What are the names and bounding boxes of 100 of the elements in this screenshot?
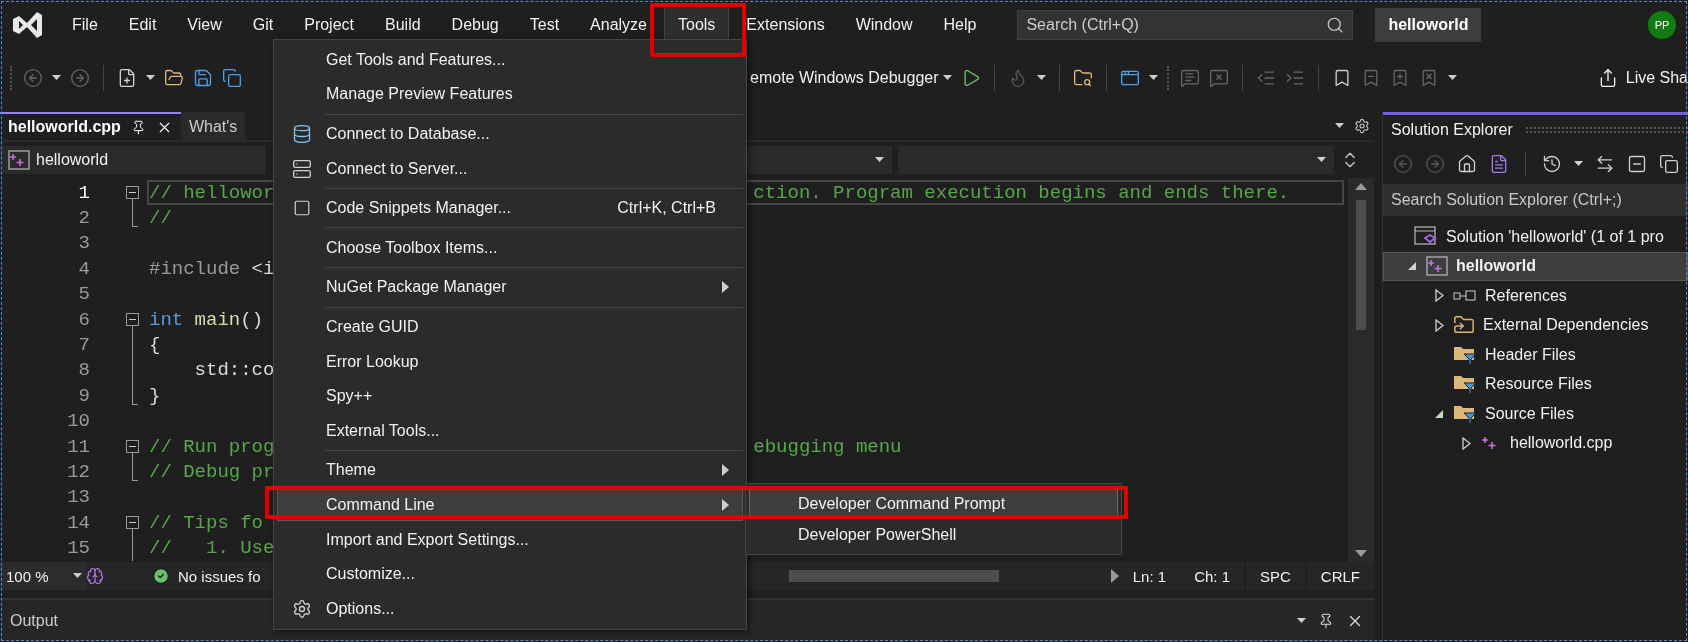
project-dropdown[interactable]: helloworld (0, 146, 266, 174)
menu-item[interactable]: NuGet Package Manager (277, 271, 743, 304)
menu-item[interactable]: Help (929, 4, 991, 45)
pin-icon[interactable] (130, 119, 146, 135)
editor-tab[interactable]: What's (180, 112, 246, 140)
caret-icon[interactable] (1036, 74, 1046, 81)
sync-icon[interactable] (1595, 154, 1615, 174)
line-number: 2 (77, 207, 90, 230)
menu-item[interactable]: Edit (114, 4, 171, 45)
menu-item[interactable]: File (58, 4, 112, 45)
code-text: int main() (149, 308, 264, 331)
menu-item[interactable]: Developer PowerShell (749, 519, 1118, 551)
collapsed-arrow-icon[interactable] (1461, 436, 1471, 450)
uncomment-icon[interactable] (1208, 67, 1229, 88)
solution-icon (1414, 225, 1438, 248)
settings-icon (292, 598, 312, 619)
line-number: 7 (77, 334, 90, 357)
menu-item[interactable]: Connect to Database... (277, 118, 743, 150)
menu-item[interactable]: Connect to Server... (277, 152, 743, 185)
user-avatar[interactable]: PP (1648, 10, 1676, 39)
expanded-arrow-icon[interactable] (1407, 261, 1417, 272)
panel-title: Output (10, 612, 59, 630)
scroll-down-icon[interactable] (1355, 550, 1367, 558)
switch-views-icon[interactable] (1489, 154, 1509, 174)
tree-item[interactable]: Header Files (1383, 340, 1688, 370)
search-icon[interactable] (1326, 15, 1345, 34)
home-icon[interactable] (1457, 154, 1477, 174)
caret-icon[interactable] (1297, 618, 1306, 624)
scroll-up-icon[interactable] (1355, 182, 1367, 190)
search-field[interactable]: Search Solution Explorer (Ctrl+;) (1383, 184, 1688, 216)
indent-indicator[interactable]: SPC (1244, 562, 1305, 590)
search-field[interactable]: Search (Ctrl+Q) (1017, 9, 1354, 40)
caret-icon[interactable] (1148, 74, 1158, 81)
menu-item[interactable]: Spy++ (277, 380, 743, 412)
code-text: // 1. Use (149, 537, 275, 560)
pending-changes-icon[interactable] (1542, 154, 1562, 174)
new-item-icon[interactable] (117, 67, 137, 88)
menu-item[interactable]: Import and Export Settings... (277, 523, 743, 556)
issues-status[interactable]: No issues fo (152, 567, 261, 585)
code-text: { (149, 334, 161, 357)
caret-icon[interactable] (875, 157, 884, 163)
tree-item[interactable]: Source Files (1383, 399, 1688, 429)
collapse-all-icon[interactable] (1627, 154, 1647, 174)
caret-icon[interactable] (1317, 157, 1326, 163)
vertical-scrollbar[interactable] (1348, 178, 1374, 562)
menu-item[interactable]: Customize... (277, 558, 743, 590)
line-number: 3 (77, 232, 90, 255)
caret-icon[interactable] (52, 74, 61, 81)
scroll-thumb[interactable] (788, 570, 999, 582)
tree-item[interactable]: External Dependencies (1383, 310, 1688, 340)
menu-item[interactable]: Window (841, 4, 927, 45)
open-folder-icon[interactable] (164, 67, 184, 88)
collapsed-arrow-icon[interactable] (1434, 318, 1444, 332)
caret-icon[interactable] (1574, 161, 1583, 167)
tab-list-icon[interactable] (1335, 123, 1344, 129)
expanded-arrow-icon[interactable] (1434, 408, 1444, 419)
tree-item[interactable]: helloworld (1383, 251, 1688, 281)
back-icon[interactable] (23, 67, 43, 88)
pin-icon[interactable] (1318, 613, 1334, 629)
debugger-dropdown[interactable]: emote Windows Debugger (750, 68, 952, 87)
forward-icon[interactable] (70, 67, 90, 88)
settings-icon[interactable] (1354, 118, 1370, 134)
column-indicator[interactable]: Ch: 1 (1180, 562, 1244, 590)
code-text: } (149, 384, 161, 407)
menu-item[interactable]: Extensions (732, 4, 839, 45)
caret-icon[interactable] (942, 74, 952, 81)
menu-item[interactable]: External Tools... (277, 414, 743, 447)
folder-search-icon[interactable] (1072, 67, 1093, 88)
menu-item[interactable]: Create GUID (277, 311, 743, 343)
menu-item[interactable]: Options... (277, 592, 743, 625)
cpp-file-icon (1426, 256, 1448, 277)
zoom-dropdown[interactable]: 100 % (0, 562, 86, 590)
tree-item[interactable]: Resource Files (1383, 369, 1688, 399)
code-text: ebugging menu (753, 435, 902, 458)
caret-icon[interactable] (1447, 74, 1457, 81)
menu-item[interactable]: Git (238, 4, 288, 45)
tree-item[interactable]: Solution 'helloworld' (1 of 1 pro (1383, 222, 1688, 252)
line-ending-indicator[interactable]: CRLF (1304, 562, 1374, 590)
collapsed-arrow-icon[interactable] (1434, 289, 1444, 303)
scroll-thumb[interactable] (1356, 200, 1366, 330)
menu-item[interactable]: Choose Toolbox Items... (277, 231, 743, 264)
save-icon[interactable] (193, 67, 213, 88)
menu-item[interactable]: Manage Preview Features (277, 78, 743, 111)
code-text: // hellowor (149, 181, 275, 204)
live-share-button[interactable]: Live Sha (1577, 67, 1688, 88)
caret-icon[interactable] (73, 573, 82, 579)
menu-item[interactable]: View (173, 4, 236, 45)
server-icon (292, 158, 312, 179)
menu-item[interactable]: Error Lookup (277, 345, 743, 378)
line-number: 1 (77, 181, 90, 204)
submenu-arrow-icon (722, 498, 730, 511)
menu-item[interactable]: Get Tools and Features... (277, 44, 743, 76)
comment-icon[interactable] (1179, 67, 1200, 88)
menu-item[interactable]: Code Snippets Manager... Ctrl+K, Ctrl+B (277, 192, 743, 224)
tree-item[interactable]: References (1383, 281, 1688, 311)
caret-icon[interactable] (146, 74, 155, 81)
scroll-right-icon[interactable] (1110, 569, 1119, 583)
line-indicator[interactable]: Ln: 1 (1118, 562, 1181, 590)
menu-item[interactable]: Theme (277, 454, 743, 487)
tree-item[interactable]: helloworld.cpp (1383, 428, 1688, 458)
